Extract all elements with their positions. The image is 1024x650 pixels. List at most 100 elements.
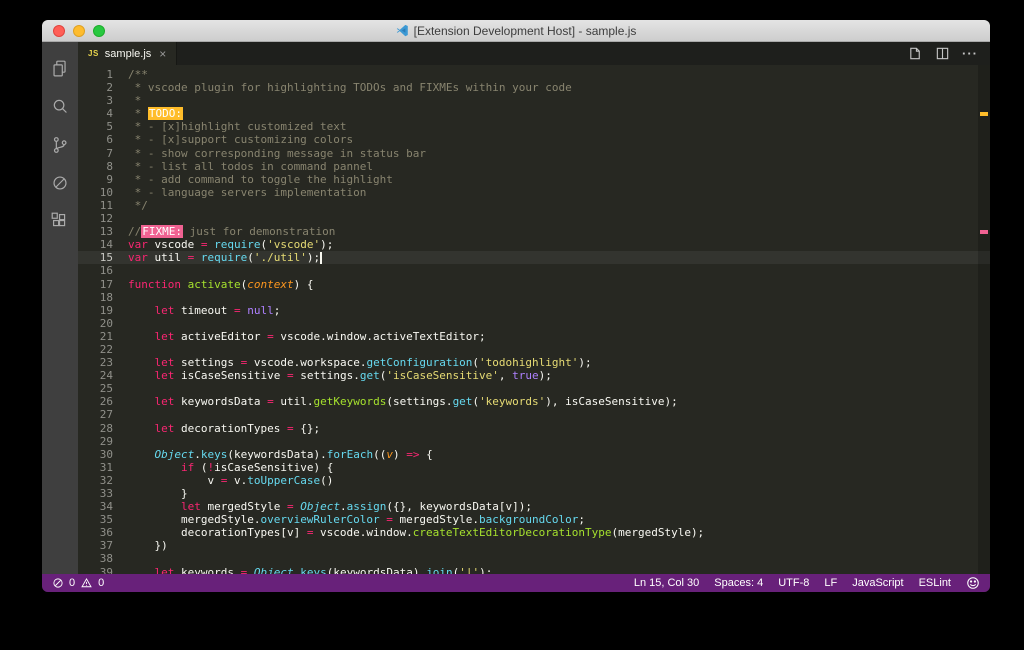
status-problems[interactable]: 0 0 bbox=[52, 577, 104, 589]
code-line[interactable]: 5 * - [x]highlight customized text bbox=[78, 120, 990, 133]
editor-group: JS sample.js × ··· 1/** 2 * vscode plugi… bbox=[78, 42, 990, 574]
status-language[interactable]: JavaScript bbox=[852, 577, 903, 589]
code-line[interactable]: 27 bbox=[78, 408, 990, 421]
line-content: var util = require('./util'); bbox=[128, 251, 323, 265]
code-line[interactable]: 38 bbox=[78, 552, 990, 565]
code-line[interactable]: 2 * vscode plugin for highlighting TODOs… bbox=[78, 81, 990, 94]
code-line[interactable]: 30 Object.keys(keywordsData).forEach((v)… bbox=[78, 448, 990, 461]
line-content: decorationTypes[v] = vscode.window.creat… bbox=[128, 526, 705, 540]
text-cursor bbox=[320, 252, 323, 265]
code-line[interactable]: 25 bbox=[78, 382, 990, 395]
line-number: 7 bbox=[106, 146, 113, 160]
code-line[interactable]: 23 let settings = vscode.workspace.getCo… bbox=[78, 356, 990, 369]
code-line[interactable]: 8 * - list all todos in command pannel bbox=[78, 160, 990, 173]
sidebar-item-extensions[interactable] bbox=[42, 202, 78, 240]
window-title-group: [Extension Development Host] - sample.js bbox=[396, 23, 637, 38]
line-content: * vscode plugin for highlighting TODOs a… bbox=[128, 81, 572, 95]
code-line[interactable]: 7 * - show corresponding message in stat… bbox=[78, 147, 990, 160]
code-line[interactable]: 35 mergedStyle.overviewRulerColor = merg… bbox=[78, 513, 990, 526]
code-line[interactable]: 34 let mergedStyle = Object.assign({}, k… bbox=[78, 500, 990, 513]
code-line[interactable]: 33 } bbox=[78, 487, 990, 500]
code-line[interactable]: 21 let activeEditor = vscode.window.acti… bbox=[78, 330, 990, 343]
open-changes-icon[interactable] bbox=[908, 46, 923, 61]
line-content: let keywords = Object.keys(keywordsData)… bbox=[154, 565, 493, 574]
code-line[interactable]: 3 * bbox=[78, 94, 990, 107]
line-number: 39 bbox=[99, 565, 113, 574]
close-tab-icon[interactable]: × bbox=[159, 48, 166, 60]
line-number: 5 bbox=[106, 120, 113, 134]
code-line[interactable]: 1 /** bbox=[78, 68, 990, 81]
code-line[interactable]: 18 bbox=[78, 291, 990, 304]
code-line[interactable]: 24 let isCaseSensitive = settings.get('i… bbox=[78, 369, 990, 382]
line-content: let timeout = null; bbox=[154, 303, 281, 317]
line-number: 37 bbox=[99, 539, 113, 553]
line-number: 13 bbox=[99, 225, 113, 239]
line-number: 25 bbox=[99, 382, 113, 396]
sidebar-item-debug[interactable] bbox=[42, 164, 78, 202]
code-line[interactable]: 6 * - [x]support customizing colors bbox=[78, 133, 990, 146]
code-line[interactable]: 12 bbox=[78, 212, 990, 225]
line-number: 17 bbox=[99, 277, 113, 291]
code-line[interactable]: 32 v = v.toUpperCase() bbox=[78, 474, 990, 487]
line-content: if (!isCaseSensitive) { bbox=[180, 460, 334, 474]
activity-bar bbox=[42, 42, 78, 574]
sidebar-item-explorer[interactable] bbox=[42, 50, 78, 88]
code-line[interactable]: 29 bbox=[78, 435, 990, 448]
title-bar[interactable]: [Extension Development Host] - sample.js bbox=[42, 20, 990, 42]
code-line[interactable]: 22 bbox=[78, 343, 990, 356]
error-icon bbox=[53, 578, 63, 588]
line-content: * - [x]support customizing colors bbox=[128, 133, 354, 147]
code-line[interactable]: 39 let keywords = Object.keys(keywordsDa… bbox=[78, 566, 990, 574]
code-line[interactable]: 15 var util = require('./util'); bbox=[78, 251, 990, 265]
code-line[interactable]: 10 * - language servers implementation bbox=[78, 186, 990, 199]
minimize-window-button[interactable] bbox=[73, 25, 85, 37]
status-encoding[interactable]: UTF-8 bbox=[778, 577, 809, 589]
code-line[interactable]: 11 */ bbox=[78, 199, 990, 212]
sidebar-item-source-control[interactable] bbox=[42, 126, 78, 164]
window-title: [Extension Development Host] - sample.js bbox=[413, 23, 637, 38]
status-eslint[interactable]: ESLint bbox=[919, 577, 951, 589]
status-eol[interactable]: LF bbox=[824, 577, 837, 589]
code-line[interactable]: 19 let timeout = null; bbox=[78, 304, 990, 317]
explorer-icon bbox=[53, 60, 66, 77]
traffic-lights bbox=[53, 25, 105, 37]
tab-sample-js[interactable]: JS sample.js × bbox=[78, 42, 178, 65]
line-content: * - show corresponding message in status… bbox=[128, 146, 427, 160]
close-window-button[interactable] bbox=[53, 25, 65, 37]
code-line[interactable]: 9 * - add command to toggle the highligh… bbox=[78, 173, 990, 186]
maximize-window-button[interactable] bbox=[93, 25, 105, 37]
line-content: //FIXME: just for demonstration bbox=[128, 225, 336, 239]
overview-ruler[interactable] bbox=[978, 65, 990, 574]
code-editor[interactable]: 1/** 2 * vscode plugin for highlighting T… bbox=[78, 65, 990, 574]
line-number: 3 bbox=[106, 94, 113, 108]
line-number: 27 bbox=[99, 408, 113, 422]
code-line[interactable]: 36 decorationTypes[v] = vscode.window.cr… bbox=[78, 526, 990, 539]
line-number: 28 bbox=[99, 421, 113, 435]
feedback-smiley-icon[interactable] bbox=[966, 576, 980, 590]
code-line[interactable]: 4 * TODO: bbox=[78, 107, 990, 121]
line-content: * TODO: bbox=[128, 107, 183, 121]
status-indentation[interactable]: Spaces: 4 bbox=[714, 577, 763, 589]
line-number: 19 bbox=[99, 303, 113, 317]
git-branch-icon bbox=[53, 137, 67, 153]
line-number: 15 bbox=[99, 251, 113, 265]
vscode-icon bbox=[396, 24, 408, 37]
status-cursor-position[interactable]: Ln 15, Col 30 bbox=[634, 577, 699, 589]
code-line[interactable]: 31 if (!isCaseSensitive) { bbox=[78, 461, 990, 474]
code-line[interactable]: 20 bbox=[78, 317, 990, 330]
sidebar-item-search[interactable] bbox=[42, 88, 78, 126]
code-line[interactable]: 37 }) bbox=[78, 539, 990, 552]
line-content: /** bbox=[128, 68, 148, 81]
code-line[interactable]: 16 bbox=[78, 264, 990, 277]
code-line[interactable]: 14 var vscode = require('vscode'); bbox=[78, 238, 990, 251]
line-content: Object.keys(keywordsData).forEach((v) =>… bbox=[154, 447, 433, 461]
line-number: 11 bbox=[99, 198, 113, 212]
code-line[interactable]: 28 let decorationTypes = {}; bbox=[78, 422, 990, 435]
code-line[interactable]: 26 let keywordsData = util.getKeywords(s… bbox=[78, 395, 990, 408]
line-number: 21 bbox=[99, 329, 113, 343]
split-editor-icon[interactable] bbox=[935, 46, 950, 61]
code-line[interactable]: 13 //FIXME: just for demonstration bbox=[78, 225, 990, 239]
line-number: 2 bbox=[106, 81, 113, 95]
code-line[interactable]: 17 function activate(context) { bbox=[78, 278, 990, 291]
warning-icon bbox=[81, 577, 92, 588]
